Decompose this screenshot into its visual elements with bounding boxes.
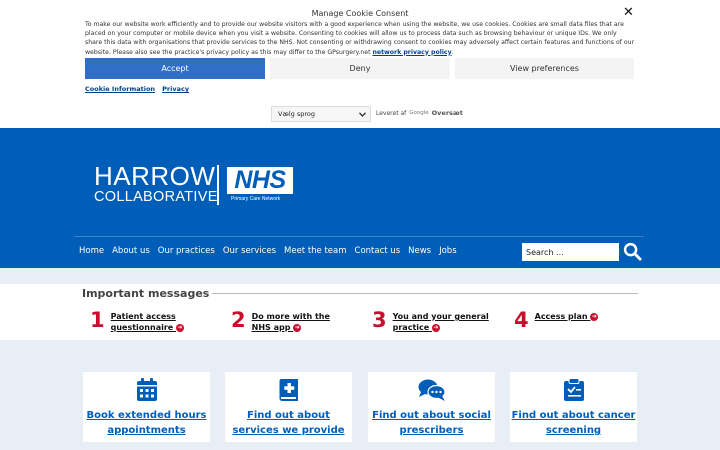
nav-our-practices[interactable]: Our practices (158, 246, 215, 256)
arrow-right-icon: ➜ (590, 312, 599, 321)
main-nav: Home About us Our practices Our services… (79, 246, 457, 256)
search-button[interactable] (621, 240, 643, 262)
cookie-title: Manage Cookie Consent (311, 9, 409, 18)
nav-meet-the-team[interactable]: Meet the team (284, 246, 347, 256)
chat-bubbles-icon (418, 379, 446, 401)
message-line2: practice (392, 323, 430, 332)
message-item-4[interactable]: 4 Access plan ➜ (514, 308, 599, 332)
cookie-text-main: To make our website work efficiently and… (85, 21, 635, 56)
calendar-icon (136, 378, 157, 401)
message-link[interactable]: Do more with the NHS app ➜ (252, 310, 330, 333)
card-cancer-screening[interactable]: Find out about cancer screening (510, 372, 637, 442)
logo-divider (217, 165, 219, 205)
powered-by-google: Leveret af Google Oversæt (376, 109, 463, 117)
cookie-text-end: . (451, 48, 454, 56)
message-line2: questionnaire (110, 323, 174, 332)
clipboard-icon (563, 378, 584, 401)
message-line1: Do more with the (251, 312, 330, 321)
cookie-consent-panel: Manage Cookie Consent ✕ To make our webs… (0, 0, 720, 100)
nav-about-us[interactable]: About us (112, 246, 150, 256)
message-number: 3 (372, 308, 387, 332)
card-label[interactable]: Book extended hours appointments (83, 408, 210, 438)
card-services-we-provide[interactable]: Find out about services we provide (225, 372, 352, 442)
arrow-right-icon: ➜ (293, 323, 302, 332)
medical-book-icon (278, 379, 298, 401)
message-line2: NHS app (251, 323, 291, 332)
privacy-policy-link[interactable]: network privacy policy (373, 49, 452, 56)
cookie-text: To make our website work efficiently and… (85, 20, 635, 57)
card-label[interactable]: Find out about social prescribers (368, 408, 495, 438)
logo-text-collaborative[interactable]: COLLABORATIVE (94, 190, 218, 205)
card-label-line1: Find out about social (372, 410, 491, 421)
deny-button[interactable]: Deny (270, 58, 450, 79)
translate-link[interactable]: Oversæt (432, 109, 463, 117)
message-line1: Access plan (534, 312, 588, 321)
nhs-logo[interactable]: NHS (227, 167, 293, 194)
arrow-right-icon: ➜ (431, 323, 440, 332)
accept-button[interactable]: Accept (85, 58, 265, 79)
message-number: 1 (90, 308, 105, 332)
card-label-line1: Find out about cancer (511, 410, 636, 421)
message-item-3[interactable]: 3 You and your general practice ➜ (372, 310, 489, 333)
card-label-line2: services we provide (232, 425, 345, 436)
messages-rule (212, 293, 638, 294)
search-input[interactable]: Search ... (522, 243, 619, 261)
nav-home[interactable]: Home (79, 246, 104, 256)
message-item-1[interactable]: 1 Patient access questionnaire ➜ (90, 310, 184, 333)
arrow-right-icon: ➜ (176, 323, 184, 332)
logo-text-harrow[interactable]: HARROW (94, 163, 215, 189)
message-line1: Patient access (110, 312, 176, 321)
message-link[interactable]: Patient access questionnaire ➜ (111, 310, 184, 333)
privacy-link[interactable]: Privacy (162, 85, 189, 93)
card-label-line1: Find out about (247, 410, 330, 421)
nav-contact-us[interactable]: Contact us (355, 246, 401, 256)
language-select-value: Vælg sprog (278, 110, 315, 118)
cookie-information-link[interactable]: Cookie Information (85, 85, 155, 93)
close-icon[interactable]: ✕ (623, 6, 634, 20)
nav-news[interactable]: News (408, 246, 431, 256)
nav-our-services[interactable]: Our services (223, 246, 276, 256)
message-item-2[interactable]: 2 Do more with the NHS app ➜ (231, 310, 330, 333)
nav-divider (74, 236, 644, 237)
google-logo: Google (409, 110, 429, 116)
card-book-extended-hours[interactable]: Book extended hours appointments (83, 372, 210, 442)
card-label-line2: screening (545, 425, 602, 436)
important-messages-title: Important messages (82, 287, 210, 300)
cookie-links: Cookie Information Privacy (85, 85, 194, 93)
language-select[interactable]: Vælg sprog (271, 106, 371, 122)
message-line1: You and your general (392, 312, 489, 321)
card-label-line1: Book extended hours (86, 410, 207, 421)
nav-jobs[interactable]: Jobs (439, 246, 457, 256)
search-icon (623, 242, 642, 261)
card-label-line2: prescribers (399, 425, 464, 436)
message-number: 4 (514, 308, 529, 332)
chevron-down-icon (359, 111, 366, 117)
nhs-logo-subtitle: Primary Care Network (231, 196, 281, 202)
card-label-line2: appointments (107, 425, 186, 436)
message-number: 2 (231, 308, 246, 332)
card-label[interactable]: Find out about cancer screening (510, 408, 637, 438)
view-preferences-button[interactable]: View preferences (455, 58, 634, 79)
message-link[interactable]: Access plan ➜ (535, 310, 599, 322)
card-social-prescribers[interactable]: Find out about social prescribers (368, 372, 495, 442)
card-label[interactable]: Find out about services we provide (225, 408, 352, 438)
message-link[interactable]: You and your general practice ➜ (393, 310, 489, 333)
powered-by-label: Leveret af (376, 109, 407, 117)
